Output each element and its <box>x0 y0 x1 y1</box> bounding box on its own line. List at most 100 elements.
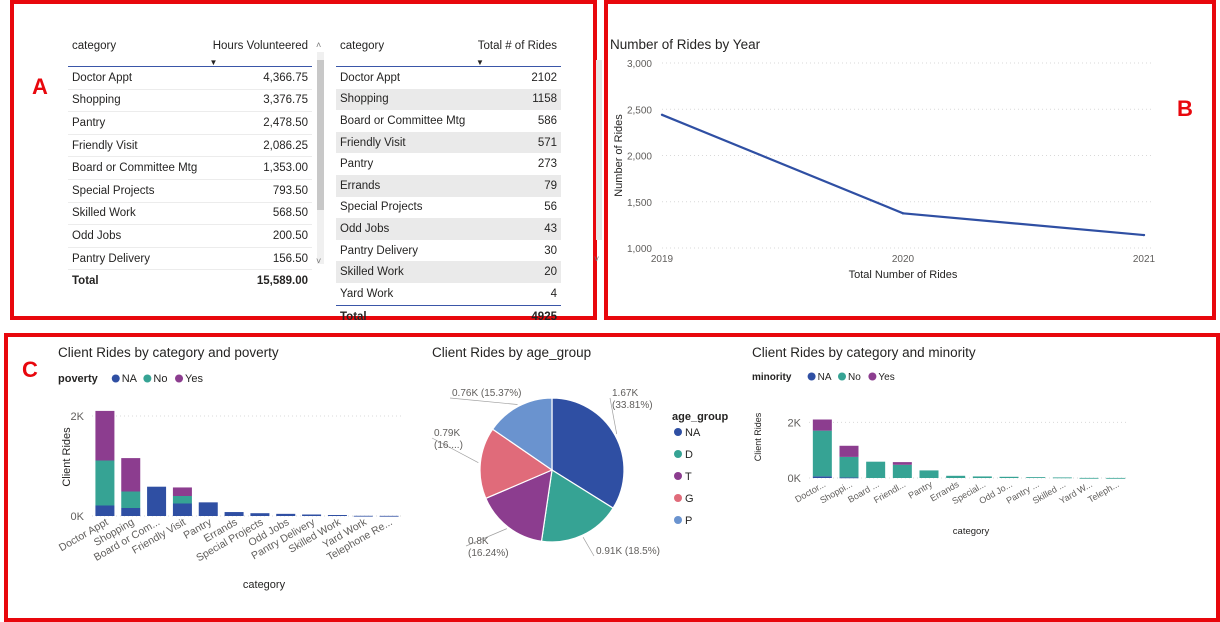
hours-table-cell-value: 568.50 <box>205 202 312 226</box>
scroll-down-icon[interactable]: ˅ <box>316 256 321 266</box>
bar-segment <box>95 505 115 516</box>
legend-label: P <box>685 515 692 527</box>
y-tick-label: 1,500 <box>627 198 652 209</box>
x-tick-label: Teleph... <box>1086 479 1120 505</box>
legend-marker <box>674 494 682 502</box>
legend-label: Yes <box>878 372 894 383</box>
bar-segment <box>121 458 141 492</box>
legend-marker <box>868 372 877 381</box>
rides-by-age-chart: 1.67K(33.81%) NA 0.91K (18.5%) D 0.8K(16.24%… <box>431 388 729 559</box>
legend-marker <box>807 372 816 381</box>
rides-table-row[interactable]: Errands 79 <box>336 174 561 197</box>
rides-table-cell-category: Pantry Delivery <box>340 244 418 257</box>
y-tick-label: 1,000 <box>627 244 652 255</box>
rides-table-row[interactable]: Board or Committee Mtg 586 <box>336 110 561 132</box>
legend-title: minority <box>752 372 792 383</box>
hours-table-row[interactable]: Pantry 2,478.50 <box>68 111 312 135</box>
rides-table-cell-category: Friendly Visit <box>336 131 472 154</box>
bar-segment <box>839 445 859 457</box>
bar-segment <box>95 410 115 461</box>
rides-table-row[interactable]: Pantry Delivery 30 <box>336 240 561 262</box>
bar-segment <box>379 515 399 517</box>
bar-segment <box>866 461 886 478</box>
rides-by-poverty-title: Client Rides by category and poverty <box>58 345 279 360</box>
scroll-up-icon[interactable]: ˄ <box>316 40 321 50</box>
rides-table-row[interactable]: Friendly Visit 571 <box>336 131 561 154</box>
rides-table-cell-value: 20 <box>471 261 561 283</box>
hours-table-cell-value: 156.50 <box>205 247 312 271</box>
rides-table-cell-category: Shopping <box>336 88 472 111</box>
rides-table-row[interactable]: Doctor Appt 2102 <box>336 67 561 89</box>
rides-table-scrollbar[interactable] <box>596 60 602 240</box>
y-tick-label: 2,500 <box>627 105 652 116</box>
legend-marker <box>674 428 682 436</box>
hours-volunteered-table: category Hours Volunteered ▼ Doctor Appt 4… <box>68 40 312 293</box>
bar-segment <box>224 512 244 516</box>
bar-segment <box>172 496 192 504</box>
hours-table-row[interactable]: Odd Jobs 200.50 <box>68 224 312 248</box>
bar-segment <box>121 508 141 516</box>
hours-table-cell-category: Special Projects <box>68 179 206 203</box>
legend-marker <box>111 374 120 383</box>
bar-segment <box>276 513 296 516</box>
sort-desc-icon: ▼ <box>209 58 218 67</box>
bar-segment <box>95 460 115 506</box>
rides-table-row[interactable]: Skilled Work 20 <box>336 261 561 283</box>
hours-table-row[interactable]: Skilled Work 568.50 <box>68 202 312 226</box>
pie-data-label: 1.67K <box>612 388 638 399</box>
x-tick-label: 2021 <box>1133 254 1156 265</box>
bar-segment <box>812 419 832 431</box>
hours-col-hours-label: Hours Volunteered <box>212 40 308 52</box>
hours-table-row[interactable]: Doctor Appt 4,366.75 <box>68 66 312 90</box>
bar-segment <box>327 515 347 516</box>
legend-label: Yes <box>185 373 203 385</box>
bar-segment <box>147 486 167 516</box>
rides-table-cell-value: 79 <box>471 174 561 197</box>
hours-table-row[interactable]: Friendly Visit 2,086.25 <box>68 134 312 158</box>
rides-col-category[interactable]: category <box>336 40 472 67</box>
bar-segment <box>172 503 192 516</box>
rides-col-total[interactable]: Total # of Rides ▼ <box>471 40 561 67</box>
hours-table-cell-category: Pantry Delivery <box>68 247 206 271</box>
hours-col-category[interactable]: category <box>68 40 206 67</box>
pie-data-label: (16....) <box>434 440 463 451</box>
bar-segment <box>1026 477 1046 478</box>
rides-by-minority-title: Client Rides by category and minority <box>752 345 976 360</box>
rides-table-cell-category: Skilled Work <box>336 261 472 283</box>
bar-segment <box>892 464 912 478</box>
y-tick-label: 3,000 <box>627 59 652 70</box>
x-axis-title: Total Number of Rides <box>849 269 958 281</box>
pie-data-label: 0.91K (18.5%) <box>596 546 660 557</box>
scroll-down-icon[interactable]: ˅ <box>594 254 599 264</box>
rides-table-row[interactable]: Pantry 273 <box>336 153 561 175</box>
hours-table-row[interactable]: Pantry Delivery 156.50 <box>68 247 312 271</box>
hours-table-cell-category: Skilled Work <box>68 202 206 226</box>
hours-col-hours[interactable]: Hours Volunteered ▼ <box>205 40 312 67</box>
hours-table-scroll-thumb[interactable] <box>317 60 324 210</box>
hours-table-scrollbar[interactable] <box>317 52 324 264</box>
bar-segment <box>302 514 322 516</box>
hours-table-row[interactable]: Shopping 3,376.75 <box>68 89 312 113</box>
rides-table-row[interactable]: Shopping 1158 <box>336 88 561 111</box>
bar-segment <box>919 470 939 478</box>
legend-label: No <box>848 372 861 383</box>
rides-table-cell-category: Doctor Appt <box>340 71 401 84</box>
hours-table-cell-category: Pantry <box>68 111 206 135</box>
sort-desc-icon: ▼ <box>475 58 484 67</box>
rides-by-minority-chart: minority NA No Yes0K2KDoctor...Shoppi...Boa… <box>752 372 1129 537</box>
hours-total-value: 15,589.00 <box>205 269 312 293</box>
rides-total-value: 4925 <box>471 304 561 328</box>
bar-segment <box>250 513 270 516</box>
hours-table-cell-category: Doctor Appt <box>68 66 206 90</box>
rides-table-row[interactable]: Odd Jobs 43 <box>336 218 561 240</box>
hours-table-row[interactable]: Board or Committee Mtg 1,353.00 <box>68 156 312 180</box>
rides-table-cell-category: Yard Work <box>340 287 394 300</box>
rides-table-row[interactable]: Yard Work 4 <box>336 283 561 305</box>
rides-table-cell-value: 571 <box>471 131 561 154</box>
legend-label: G <box>685 493 694 505</box>
hours-table-cell-value: 2,478.50 <box>205 111 312 135</box>
bar-segment <box>353 515 373 517</box>
rides-table-row[interactable]: Special Projects 56 <box>336 197 561 219</box>
pie-data-label: 0.8K <box>468 536 489 547</box>
hours-table-row[interactable]: Special Projects 793.50 <box>68 179 312 203</box>
